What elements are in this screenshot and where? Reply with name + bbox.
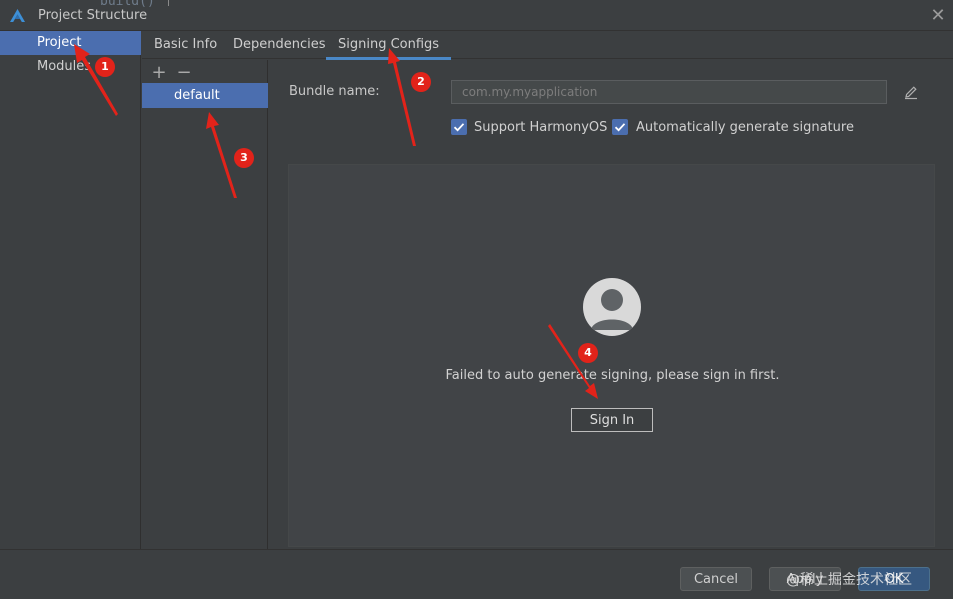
close-icon[interactable]: ✕ <box>928 6 948 26</box>
edit-icon[interactable] <box>903 84 919 100</box>
config-item-label: default <box>174 88 220 103</box>
nav-item-modules[interactable]: Modules <box>0 55 141 79</box>
window-title: Project Structure <box>38 8 148 23</box>
add-config-button[interactable]: + <box>150 64 168 82</box>
cancel-button[interactable]: Cancel <box>680 567 752 591</box>
nav-item-project[interactable]: Project <box>0 31 141 55</box>
bundle-name-input[interactable] <box>451 80 887 104</box>
signing-config-list-panel: + − default <box>142 60 268 549</box>
config-item-default[interactable]: default <box>142 83 268 108</box>
auto-generate-signature-label: Automatically generate signature <box>636 120 854 135</box>
nav-item-label: Modules <box>37 59 92 74</box>
tab-basic-info[interactable]: Basic Info <box>142 31 229 59</box>
bundle-name-label: Bundle name: <box>289 84 380 99</box>
sign-in-button[interactable]: Sign In <box>571 408 653 432</box>
project-structure-nav: Project Modules <box>0 31 141 549</box>
title-bar: build() Project Structure ✕ <box>0 0 953 31</box>
annotation-badge-2: 2 <box>411 72 431 92</box>
annotation-badge-4: 4 <box>578 343 598 363</box>
tab-signing-configs[interactable]: Signing Configs <box>326 31 452 60</box>
support-harmonyos-checkbox[interactable] <box>451 119 467 135</box>
sign-in-required-message: Failed to auto generate signing, please … <box>445 368 780 383</box>
support-harmonyos-label: Support HarmonyOS <box>474 120 608 135</box>
checkmark-icon <box>614 123 626 132</box>
auto-generate-signature-checkbox[interactable] <box>612 119 628 135</box>
tab-strip: Basic Info Dependencies Signing Configs <box>142 31 953 60</box>
app-logo-icon <box>10 9 25 22</box>
annotation-badge-1: 1 <box>95 57 115 77</box>
annotation-badge-3: 3 <box>234 148 254 168</box>
signing-config-content: Bundle name: Support HarmonyOS Automatic… <box>269 60 953 549</box>
user-avatar-icon <box>583 278 641 336</box>
remove-config-button[interactable]: − <box>175 64 193 82</box>
nav-item-label: Project <box>37 35 82 50</box>
checkmark-icon <box>453 123 465 132</box>
tab-dependencies[interactable]: Dependencies <box>221 31 338 59</box>
sign-in-panel: Failed to auto generate signing, please … <box>288 164 935 547</box>
watermark-text: @稀土掘金技术社区 <box>786 572 912 588</box>
background-code-cursor <box>168 0 169 6</box>
